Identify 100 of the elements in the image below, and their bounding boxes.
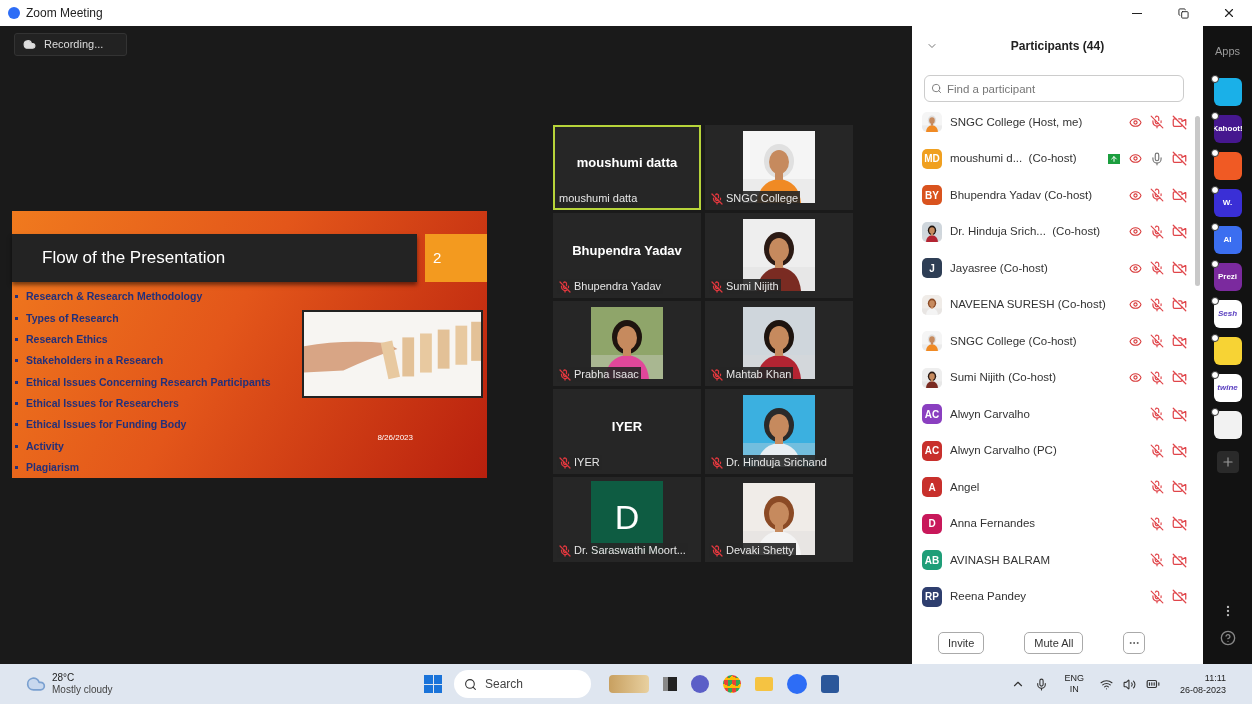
video-tile[interactable]: Sumi Nijith [705, 213, 853, 298]
search-field[interactable]: Find a participant [924, 75, 1184, 102]
participant-row[interactable]: BY Bhupendra Yadav (Co-host) [916, 177, 1195, 214]
more-button[interactable] [1123, 632, 1146, 654]
battery-icon[interactable] [1145, 677, 1160, 691]
avatar: D [922, 513, 942, 534]
muted-mic-icon [711, 456, 723, 469]
video-off-icon[interactable] [1172, 151, 1187, 167]
app-window-icon[interactable] [663, 677, 677, 691]
app-icon[interactable]: twine [1213, 373, 1242, 402]
video-tile[interactable]: D Dr. Saraswathi Moort... [553, 477, 701, 562]
cloud-record-icon [23, 38, 36, 51]
participant-row[interactable]: AC Alwyn Carvalho [916, 396, 1195, 433]
muted-mic-icon[interactable] [1150, 334, 1164, 349]
panel-button[interactable]: Invite [938, 632, 985, 654]
muted-mic-icon[interactable] [1150, 480, 1164, 495]
participant-row[interactable]: NAVEENA SURESH (Co-host) [916, 286, 1195, 323]
search-icon [931, 83, 942, 94]
muted-mic-icon [559, 280, 571, 293]
video-off-icon[interactable] [1172, 370, 1187, 386]
video-off-icon[interactable] [1172, 589, 1187, 605]
app-icon[interactable]: AI [1213, 225, 1242, 254]
zoom-app-icon[interactable] [787, 674, 807, 694]
weather-icon[interactable] [26, 674, 46, 694]
chat-icon[interactable] [691, 675, 709, 693]
mic-icon[interactable] [1150, 151, 1164, 166]
video-tile[interactable]: Mahtab Khan [705, 301, 853, 386]
participant-row[interactable]: SNGC College (Co-host) [916, 323, 1195, 360]
participant-row[interactable]: Sumi Nijith (Co-host) [916, 359, 1195, 396]
recording-indicator[interactable]: Recording... [14, 33, 127, 56]
slide-title: Flow of the Presentation [42, 247, 226, 270]
clock-date[interactable]: 26-08-2023 [1179, 684, 1226, 696]
video-tile[interactable]: moushumi datta moushumi datta [553, 125, 701, 210]
video-off-icon[interactable] [1172, 114, 1187, 130]
participant-row[interactable]: SNGC College (Host, me) [916, 104, 1195, 141]
avatar: AB [922, 550, 942, 571]
muted-mic-icon[interactable] [1150, 370, 1164, 385]
video-tile[interactable]: SNGC College [705, 125, 853, 210]
participant-row[interactable]: Dr. Hinduja Srich... (Co-host) [916, 213, 1195, 250]
participant-row[interactable]: D Anna Fernandes [916, 505, 1195, 542]
video-off-icon[interactable] [1172, 187, 1187, 203]
video-off-icon[interactable] [1172, 260, 1187, 276]
scroll-bar[interactable] [1195, 116, 1200, 286]
participant-row[interactable]: RP Reena Pandey [916, 578, 1195, 615]
video-tile[interactable]: Dr. Hinduja Srichand [705, 389, 853, 474]
video-off-icon[interactable] [1172, 406, 1187, 422]
muted-mic-icon[interactable] [1150, 553, 1164, 568]
app-icon[interactable] [1213, 410, 1242, 439]
participant-row[interactable]: A Angel [916, 469, 1195, 506]
muted-mic-icon[interactable] [1150, 261, 1164, 276]
muted-mic-icon[interactable] [1150, 516, 1164, 531]
eye-icon [1128, 298, 1142, 312]
video-off-icon[interactable] [1172, 297, 1187, 313]
video-off-icon[interactable] [1172, 443, 1187, 459]
video-tile[interactable]: Bhupendra Yadav Bhupendra Yadav [553, 213, 701, 298]
panel-button[interactable]: Mute All [1024, 632, 1084, 654]
muted-mic-icon[interactable] [1150, 115, 1164, 130]
slide-bullet: Ethical Issues for Funding Body [26, 417, 187, 433]
region[interactable]: IN [1069, 684, 1079, 695]
video-tile[interactable]: Devaki Shetty [705, 477, 853, 562]
participant-row[interactable]: MD moushumi d... (Co-host) [916, 140, 1195, 177]
muted-mic-icon [559, 368, 571, 381]
app-icon[interactable]: W. [1213, 188, 1242, 217]
video-off-icon[interactable] [1172, 479, 1187, 495]
help-icon[interactable] [1219, 630, 1236, 646]
video-off-icon[interactable] [1172, 224, 1187, 240]
app-icon[interactable]: Sesh [1213, 299, 1242, 328]
wifi-icon[interactable] [1099, 677, 1113, 691]
app-icon[interactable] [1213, 336, 1242, 365]
muted-mic-icon[interactable] [1150, 443, 1164, 458]
app-icon[interactable]: Kahoot! [1213, 114, 1242, 143]
browser-icon[interactable] [723, 675, 741, 693]
app-icon[interactable] [1213, 151, 1242, 180]
video-off-icon[interactable] [1172, 552, 1187, 568]
add-app-button[interactable] [1216, 450, 1239, 473]
participant-name: Anna Fernandes [950, 516, 1037, 532]
volume-icon[interactable] [1122, 677, 1136, 691]
video-off-icon[interactable] [1172, 333, 1187, 349]
participant-row[interactable]: AB AVINASH BALRAM [916, 542, 1195, 579]
muted-mic-icon[interactable] [1150, 297, 1164, 312]
microphone-icon[interactable] [1035, 677, 1049, 691]
plus-icon [1220, 454, 1235, 469]
start-icon[interactable] [424, 675, 442, 693]
participant-row[interactable]: J Jayasree (Co-host) [916, 250, 1195, 287]
word-icon[interactable] [821, 675, 839, 693]
app-icon[interactable] [1213, 77, 1242, 106]
taskbar-search[interactable]: Search [454, 670, 591, 698]
muted-mic-icon[interactable] [1150, 407, 1164, 422]
participant-row[interactable]: AC Alwyn Carvalho (PC) [916, 432, 1195, 469]
clock-time[interactable]: 11:11 [1204, 672, 1226, 684]
video-off-icon[interactable] [1172, 516, 1187, 532]
muted-mic-icon[interactable] [1150, 188, 1164, 203]
muted-mic-icon [559, 456, 571, 469]
app-icon[interactable]: Prezi [1213, 262, 1242, 291]
video-tile[interactable]: IYER IYER [553, 389, 701, 474]
language[interactable]: ENG [1064, 673, 1084, 684]
muted-mic-icon[interactable] [1150, 224, 1164, 239]
video-tile[interactable]: Prabha Isaac [553, 301, 701, 386]
add-badge-icon [1210, 185, 1219, 194]
muted-mic-icon[interactable] [1150, 589, 1164, 604]
